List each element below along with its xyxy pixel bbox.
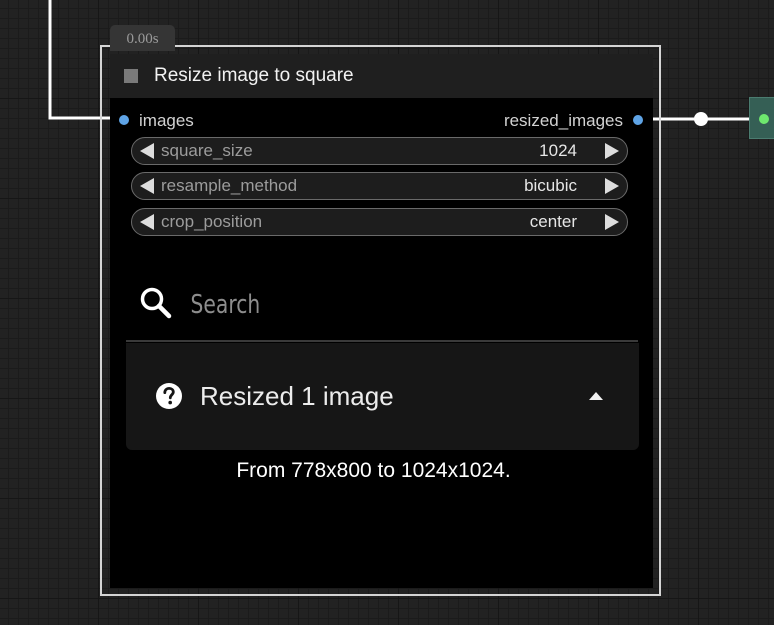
previous-option-arrow-icon[interactable]: [140, 178, 154, 194]
widget-crop-position[interactable]: crop_position center: [131, 208, 628, 236]
widget-value[interactable]: bicubic: [524, 176, 577, 196]
widget-square-size[interactable]: square_size 1024: [131, 137, 628, 165]
message-accordion[interactable]: Resized 1 image: [126, 343, 639, 450]
help-circle-icon: [155, 382, 183, 415]
widget-value[interactable]: 1024: [539, 141, 577, 161]
next-option-arrow-icon[interactable]: [605, 178, 619, 194]
link-midpoint-handle[interactable]: [694, 112, 708, 126]
decrement-arrow-icon[interactable]: [140, 143, 154, 159]
widget-name: crop_position: [161, 212, 263, 231]
input-slot-images-dot[interactable]: [119, 115, 129, 125]
widget-name: square_size: [161, 141, 253, 160]
collapse-caret-icon[interactable]: [589, 392, 603, 400]
collapse-toggle-icon[interactable]: [124, 69, 138, 83]
output-slot-resized-images-label: resized_images: [503, 111, 623, 130]
message-body: From 778x800 to 1024x1024.: [236, 459, 511, 482]
input-slot-images-label: images: [139, 111, 194, 130]
resize-image-node[interactable]: Resize image to square images resized_im…: [110, 54, 653, 588]
node-title-bar[interactable]: Resize image to square: [110, 54, 653, 98]
next-option-arrow-icon[interactable]: [605, 214, 619, 230]
search-input[interactable]: [189, 286, 520, 324]
output-slot-resized-images-dot[interactable]: [633, 115, 643, 125]
widget-name: resample_method: [161, 176, 298, 195]
execution-time-badge: 0.00s: [110, 25, 175, 51]
message-title: Resized 1 image: [200, 381, 394, 411]
downstream-input-slot-dot[interactable]: [759, 114, 769, 124]
search-icon: [139, 286, 173, 325]
search-bar: [126, 272, 638, 342]
downstream-node[interactable]: [749, 97, 774, 139]
node-title: Resize image to square: [154, 65, 354, 86]
previous-option-arrow-icon[interactable]: [140, 214, 154, 230]
widget-value[interactable]: center: [530, 212, 577, 232]
widget-resample-method[interactable]: resample_method bicubic: [131, 172, 628, 200]
increment-arrow-icon[interactable]: [605, 143, 619, 159]
